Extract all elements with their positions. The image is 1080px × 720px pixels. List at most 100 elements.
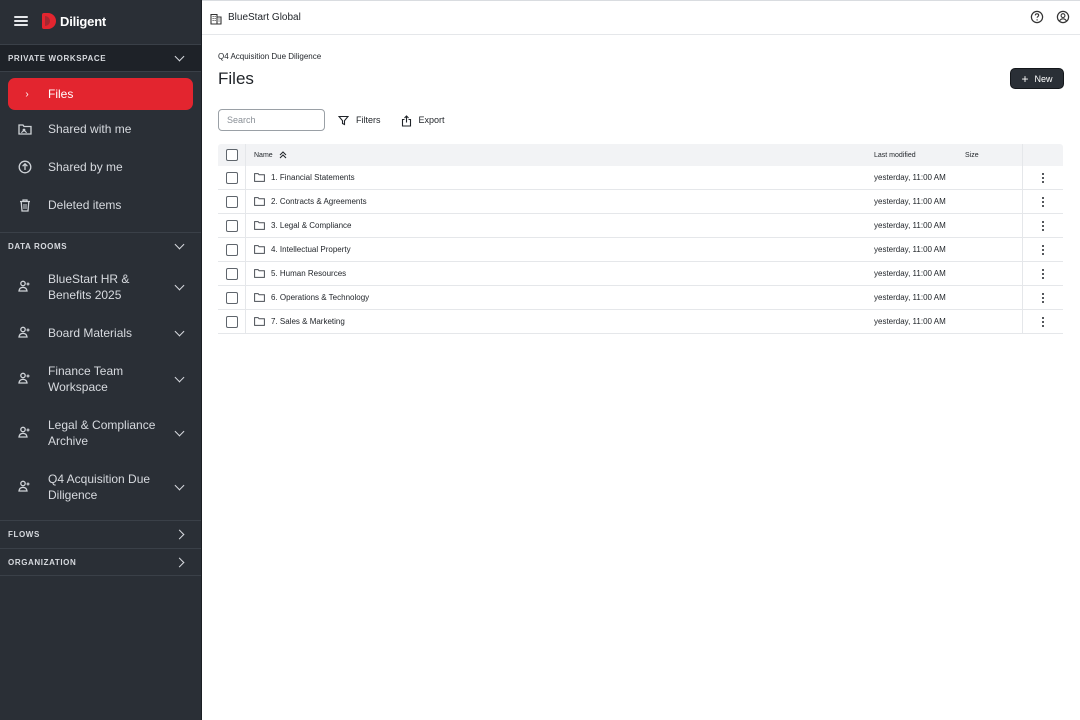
data-room-q4-acquisition[interactable]: Q4 Acquisition Due Diligence [0,460,201,514]
row-name-cell[interactable]: 4. Intellectual Property [246,245,874,254]
row-more-menu[interactable] [1022,238,1063,261]
table-row[interactable]: 5. Human Resources yesterday, 11:00 AM [218,262,1063,286]
row-modified: yesterday, 11:00 AM [874,221,946,230]
search-input[interactable] [218,109,325,131]
top-actions [1030,10,1070,24]
row-checkbox[interactable] [225,219,238,232]
sidebar-item-label: Deleted items [48,198,122,212]
row-size [965,190,1022,213]
sort-ascending-icon[interactable] [279,151,287,159]
table-row[interactable]: 4. Intellectual Property yesterday, 11:00… [218,238,1063,262]
row-name-cell[interactable]: 2. Contracts & Agreements [246,197,874,206]
filter-icon [337,115,350,126]
sidebar-item-deleted-items[interactable]: Deleted items [0,186,201,224]
row-checkbox[interactable] [225,291,238,304]
row-modified: yesterday, 11:00 AM [874,293,946,302]
chevron-down-icon[interactable] [174,280,185,290]
files-table: Name Last modified Size 1. Financial Sta… [218,144,1063,334]
folder-icon [254,173,265,182]
table-row[interactable]: 7. Sales & Marketing yesterday, 11:00 AM [218,310,1063,334]
row-select-cell [218,214,246,237]
data-room-legal-compliance[interactable]: Legal & Compliance Archive [0,406,201,460]
chevron-down-icon [174,51,185,61]
row-select-cell [218,310,246,333]
row-more-menu[interactable] [1022,262,1063,285]
column-modified-header[interactable]: Last modified [874,152,965,159]
row-more-menu[interactable] [1022,166,1063,189]
more-vertical-icon [1042,244,1044,255]
select-all-checkbox[interactable] [225,149,238,161]
filters-button[interactable]: Filters [337,115,381,126]
section-flows[interactable]: FLOWS [0,520,201,548]
column-actions-header [1022,144,1063,166]
data-room-label: Legal & Compliance Archive [48,418,156,448]
row-size [965,238,1022,261]
export-button[interactable]: Export [401,114,445,127]
row-size [965,214,1022,237]
diligent-logo-icon [42,13,56,29]
page-title: Files [218,69,254,88]
data-room-board-materials[interactable]: Board Materials [0,314,201,352]
row-more-menu[interactable] [1022,310,1063,333]
data-room-label: BlueStart HR & Benefits 2025 [48,272,130,302]
table-row[interactable]: 1. Financial Statements yesterday, 11:00 … [218,166,1063,190]
section-organization[interactable]: ORGANIZATION [0,548,201,576]
row-modified: yesterday, 11:00 AM [874,317,946,326]
row-select-cell [218,262,246,285]
export-icon [401,114,412,127]
chevron-down-icon[interactable] [174,426,185,436]
row-more-menu[interactable] [1022,286,1063,309]
row-checkbox[interactable] [225,267,238,280]
column-size-header[interactable]: Size [965,144,1022,166]
data-room-label: Board Materials [48,326,133,340]
row-name-cell[interactable]: 6. Operations & Technology [246,293,874,302]
row-name-cell[interactable]: 3. Legal & Compliance [246,221,874,230]
shared-folder-icon [18,122,32,136]
chevron-down-icon[interactable] [174,372,185,382]
table-row[interactable]: 2. Contracts & Agreements yesterday, 11:0… [218,190,1063,214]
export-label: Export [418,115,445,125]
toolbar: Filters Export [218,109,445,131]
folder-icon [254,269,265,278]
row-checkbox[interactable] [225,195,238,208]
row-checkbox[interactable] [225,171,238,184]
sidebar-item-label: Files [48,87,74,101]
row-name-cell[interactable]: 5. Human Resources [246,269,874,278]
data-room-finance-team[interactable]: Finance Team Workspace [0,352,201,406]
row-size [965,310,1022,333]
row-name-cell[interactable]: 7. Sales & Marketing [246,317,874,326]
folder-name: 1. Financial Statements [271,173,355,182]
row-checkbox[interactable] [225,243,238,256]
data-room-bluestart-hr[interactable]: BlueStart HR & Benefits 2025 [0,260,201,314]
brand-name: Diligent [60,13,107,29]
row-checkbox[interactable] [225,315,238,328]
chevron-down-icon [174,239,185,250]
row-select-cell [218,190,246,213]
folder-name: 5. Human Resources [271,269,347,278]
row-more-menu[interactable] [1022,190,1063,213]
row-name-cell[interactable]: 1. Financial Statements [246,173,874,182]
data-room-label: Finance Team Workspace [48,364,124,394]
sidebar-item-shared-with-me[interactable]: Shared with me [0,110,201,148]
table-row[interactable]: 6. Operations & Technology yesterday, 11:… [218,286,1063,310]
row-select-cell [218,286,246,309]
account-icon[interactable] [1056,10,1070,24]
row-size [965,166,1022,189]
help-icon[interactable] [1030,10,1044,24]
section-data-rooms[interactable]: DATA ROOMS [0,232,201,260]
chevron-down-icon[interactable] [174,326,185,336]
hamburger-menu-icon[interactable] [14,16,28,26]
organization-name[interactable]: BlueStart Global [228,12,301,23]
breadcrumb[interactable]: Q4 Acquisition Due Diligence [218,52,321,61]
row-more-menu[interactable] [1022,214,1063,237]
new-button[interactable]: + New [1010,68,1064,89]
chevron-down-icon[interactable] [174,480,185,490]
sidebar-item-files[interactable]: › Files [8,78,193,110]
sidebar-item-shared-by-me[interactable]: Shared by me [0,148,201,186]
folder-name: 2. Contracts & Agreements [271,197,367,206]
table-row[interactable]: 3. Legal & Compliance yesterday, 11:00 AM [218,214,1063,238]
diligent-logo[interactable]: Diligent [42,13,106,29]
column-name-header[interactable]: Name [246,151,874,159]
row-select-cell [218,166,246,189]
section-private-workspace[interactable]: PRIVATE WORKSPACE [0,44,201,72]
